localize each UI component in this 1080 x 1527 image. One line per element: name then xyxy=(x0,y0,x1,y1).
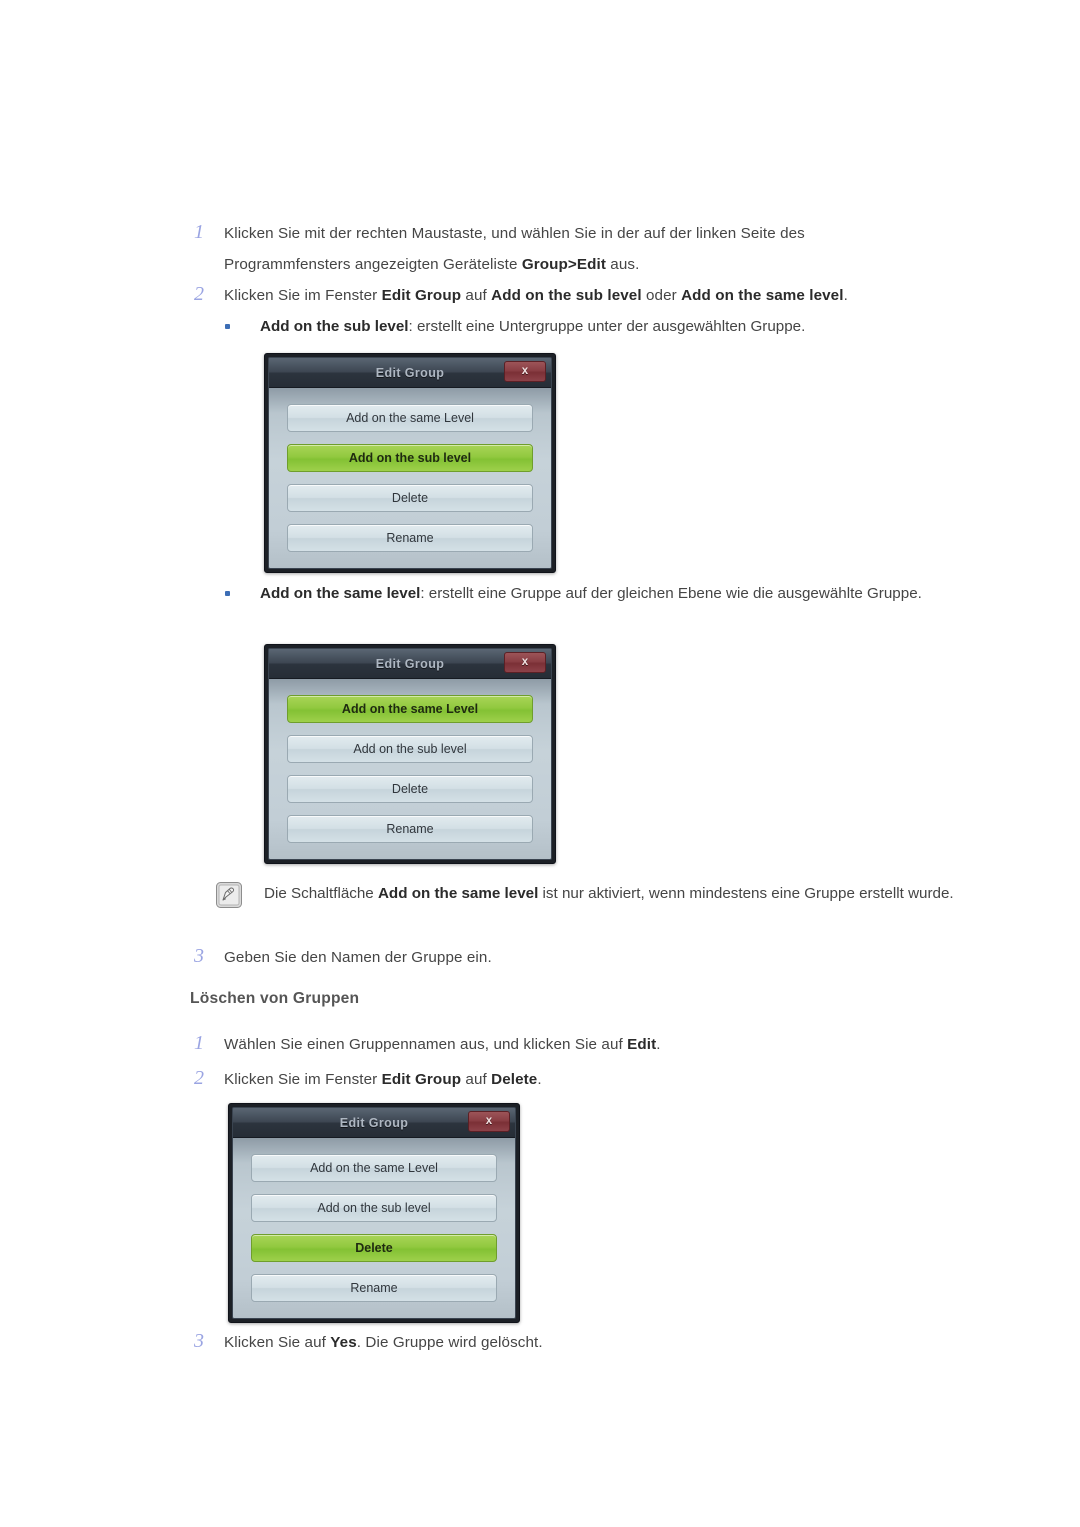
step-3: 3 Geben Sie den Namen der Gruppe ein. xyxy=(190,942,790,973)
step-2: 2 Klicken Sie im Fenster Edit Group auf … xyxy=(190,280,980,311)
dialog-body: Add on the same Level Add on the sub lev… xyxy=(269,679,551,859)
step-1: 1 Klicken Sie mit der rechten Maustaste,… xyxy=(190,218,900,280)
delete-button[interactable]: Delete xyxy=(287,484,533,512)
bullet-add-sub-level: Add on the sub level: erstellt eine Unte… xyxy=(222,311,982,342)
step-number: 3 xyxy=(194,945,204,967)
dialog-body: Add on the same Level Add on the sub lev… xyxy=(233,1138,515,1318)
dialog-frame: Edit Group x Add on the same Level Add o… xyxy=(268,357,552,569)
step-text: Geben Sie den Namen der Gruppe ein. xyxy=(224,949,492,966)
dialog-titlebar: Edit Group x xyxy=(269,358,551,388)
note-text: Die Schaltfläche Add on the same level i… xyxy=(264,885,954,902)
edit-group-dialog-same-level[interactable]: Edit Group x Add on the same Level Add o… xyxy=(264,644,556,864)
add-on-same-level-button[interactable]: Add on the same Level xyxy=(287,404,533,432)
edit-group-dialog-sub-level[interactable]: Edit Group x Add on the same Level Add o… xyxy=(264,353,556,573)
close-icon[interactable]: x xyxy=(468,1111,510,1132)
dialog-body: Add on the same Level Add on the sub lev… xyxy=(269,388,551,568)
step-text: Wählen Sie einen Gruppennamen aus, und k… xyxy=(224,1036,661,1053)
close-icon[interactable]: x xyxy=(504,652,546,673)
delete-button[interactable]: Delete xyxy=(287,775,533,803)
edit-group-dialog-delete[interactable]: Edit Group x Add on the same Level Add o… xyxy=(228,1103,520,1323)
bullet-dot-icon xyxy=(222,311,260,342)
step-number: 1 xyxy=(194,221,204,243)
document-page: 1 Klicken Sie mit der rechten Maustaste,… xyxy=(0,0,1080,1527)
delete-button[interactable]: Delete xyxy=(251,1234,497,1262)
dialog-titlebar: Edit Group x xyxy=(233,1108,515,1138)
step-delete-3: 3 Klicken Sie auf Yes. Die Gruppe wird g… xyxy=(190,1327,810,1358)
step-text: Klicken Sie im Fenster Edit Group auf Ad… xyxy=(224,287,848,304)
add-on-sub-level-button[interactable]: Add on the sub level xyxy=(287,735,533,763)
add-on-same-level-button[interactable]: Add on the same Level xyxy=(251,1154,497,1182)
bullet-dot-icon xyxy=(222,578,260,609)
add-on-sub-level-button[interactable]: Add on the sub level xyxy=(287,444,533,472)
step-text: Klicken Sie mit der rechten Maustaste, u… xyxy=(224,225,805,273)
rename-button[interactable]: Rename xyxy=(287,815,533,843)
step-number: 3 xyxy=(194,1330,204,1352)
close-icon[interactable]: x xyxy=(504,361,546,382)
note-pencil-icon xyxy=(216,878,264,913)
bullet-text: Add on the sub level: erstellt eine Unte… xyxy=(260,318,806,335)
add-on-same-level-button[interactable]: Add on the same Level xyxy=(287,695,533,723)
step-text: Klicken Sie im Fenster Edit Group auf De… xyxy=(224,1071,542,1088)
step-number: 2 xyxy=(194,1067,204,1089)
bullet-text: Add on the same level: erstellt eine Gru… xyxy=(260,585,922,602)
step-delete-2: 2 Klicken Sie im Fenster Edit Group auf … xyxy=(190,1064,810,1095)
note-callout: Die Schaltfläche Add on the same level i… xyxy=(216,878,996,913)
step-text: Klicken Sie auf Yes. Die Gruppe wird gel… xyxy=(224,1334,543,1351)
rename-button[interactable]: Rename xyxy=(251,1274,497,1302)
step-number: 1 xyxy=(194,1032,204,1054)
section-heading-loeschen-von-gruppen: Löschen von Gruppen xyxy=(190,990,360,1007)
bullet-add-same-level: Add on the same level: erstellt eine Gru… xyxy=(222,578,992,609)
step-number: 2 xyxy=(194,283,204,305)
dialog-frame: Edit Group x Add on the same Level Add o… xyxy=(232,1107,516,1319)
rename-button[interactable]: Rename xyxy=(287,524,533,552)
dialog-titlebar: Edit Group x xyxy=(269,649,551,679)
step-delete-1: 1 Wählen Sie einen Gruppennamen aus, und… xyxy=(190,1029,810,1060)
add-on-sub-level-button[interactable]: Add on the sub level xyxy=(251,1194,497,1222)
dialog-frame: Edit Group x Add on the same Level Add o… xyxy=(268,648,552,860)
